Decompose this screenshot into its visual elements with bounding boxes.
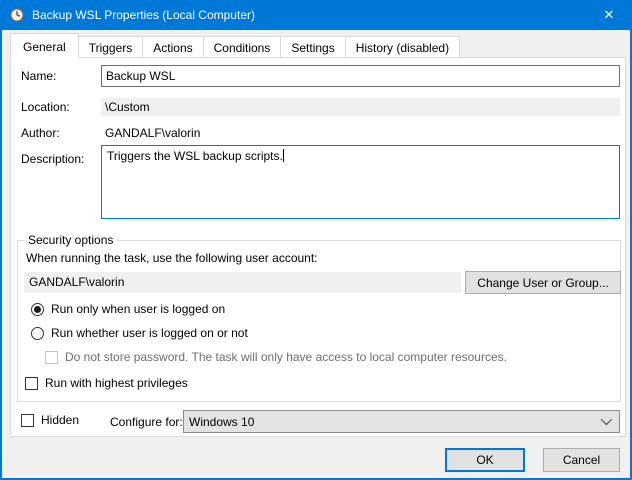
chevron-down-icon <box>601 414 612 425</box>
radio-run-logged-on-label: Run only when user is logged on <box>51 302 225 316</box>
checkbox-hidden-label: Hidden <box>41 413 79 427</box>
tab-triggers[interactable]: Triggers <box>78 36 144 57</box>
user-account-field: GANDALF\valorin <box>24 272 461 293</box>
dialog-window: Backup WSL Properties (Local Computer) ✕… <box>0 0 632 480</box>
checkbox-highest-privileges-label: Run with highest privileges <box>45 376 188 390</box>
author-label: Author: <box>21 126 60 140</box>
security-options-group: Security options When running the task, … <box>17 240 621 402</box>
configure-for-label: Configure for: <box>110 415 183 429</box>
radio-selected-icon[interactable] <box>31 303 44 316</box>
tab-conditions[interactable]: Conditions <box>203 36 282 57</box>
general-tab-page: Name: Location: \Custom Author: GANDALF\… <box>10 57 626 437</box>
account-prompt: When running the task, use the following… <box>26 251 318 265</box>
configure-for-value: Windows 10 <box>189 415 254 429</box>
checkbox-no-password: Do not store password. The task will onl… <box>45 350 507 364</box>
description-label: Description: <box>21 152 84 166</box>
checkbox-unchecked-icon[interactable] <box>25 377 38 390</box>
checkbox-disabled-icon <box>45 351 58 364</box>
checkbox-hidden[interactable]: Hidden <box>21 413 79 427</box>
configure-for-dropdown[interactable]: Windows 10 <box>183 410 620 433</box>
tab-settings[interactable]: Settings <box>280 36 345 57</box>
title-bar: Backup WSL Properties (Local Computer) ✕ <box>0 0 632 30</box>
change-user-button[interactable]: Change User or Group... <box>465 271 621 294</box>
checkbox-hidden-icon[interactable] <box>21 414 34 427</box>
checkbox-no-password-label: Do not store password. The task will onl… <box>65 350 507 364</box>
text-caret <box>283 149 284 162</box>
tab-history[interactable]: History (disabled) <box>345 36 460 57</box>
name-label: Name: <box>21 69 56 83</box>
radio-run-whether-label: Run whether user is logged on or not <box>51 326 248 340</box>
radio-run-logged-on[interactable]: Run only when user is logged on <box>31 302 225 316</box>
window-title: Backup WSL Properties (Local Computer) <box>32 8 255 22</box>
close-button[interactable]: ✕ <box>586 0 632 30</box>
radio-run-whether[interactable]: Run whether user is logged on or not <box>31 326 248 340</box>
name-input[interactable] <box>101 65 620 87</box>
tab-general[interactable]: General <box>10 33 79 58</box>
radio-unselected-icon[interactable] <box>31 327 44 340</box>
author-value: GANDALF\valorin <box>105 126 200 140</box>
tab-strip: General Triggers Actions Conditions Sett… <box>10 33 459 57</box>
description-text: Triggers the WSL backup scripts. <box>107 149 283 163</box>
location-label: Location: <box>21 100 70 114</box>
location-value: \Custom <box>101 98 620 116</box>
tab-actions[interactable]: Actions <box>142 36 203 57</box>
security-options-label: Security options <box>24 233 117 247</box>
task-scheduler-clock-icon <box>9 7 25 23</box>
checkbox-highest-privileges[interactable]: Run with highest privileges <box>25 376 188 390</box>
ok-button[interactable]: OK <box>445 448 525 472</box>
cancel-button[interactable]: Cancel <box>543 448 620 472</box>
description-textbox[interactable]: Triggers the WSL backup scripts. <box>101 145 620 219</box>
